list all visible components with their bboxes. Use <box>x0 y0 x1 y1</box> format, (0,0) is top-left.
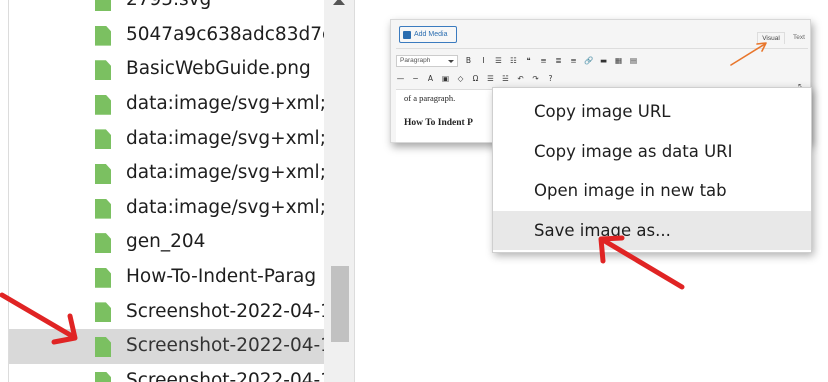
context-menu-item[interactable]: Copy image URL <box>493 92 811 131</box>
toolbar-button[interactable]: ↷ <box>531 73 540 85</box>
file-icon <box>95 0 111 11</box>
file-name: Screenshot-2022-04-1 <box>126 300 324 322</box>
toolbar-button[interactable]: Ω <box>471 73 480 85</box>
file-name: data:image/svg+xml;... <box>126 93 324 115</box>
toolbar-button[interactable]: 🔗 <box>584 55 593 67</box>
toolbar-button[interactable]: ▦ <box>614 55 623 67</box>
file-name: data:image/svg+xml;... <box>126 127 324 149</box>
toolbar-button[interactable]: ▤ <box>629 55 638 67</box>
file-list-item[interactable]: 2795.svg <box>9 0 324 18</box>
file-icon <box>95 198 111 219</box>
toolbar-button[interactable]: ≡ <box>569 55 578 67</box>
toolbar-button[interactable]: − <box>411 73 420 85</box>
file-icon <box>95 129 111 150</box>
file-icon <box>95 233 111 254</box>
toolbar-button[interactable]: ❝ <box>524 55 533 67</box>
file-icon <box>95 336 111 357</box>
file-list-item[interactable]: gen_204 <box>9 225 324 260</box>
toolbar-button[interactable]: ? <box>546 73 555 85</box>
screenshot-stage: 2795.svg 5047a9c638adc83d7c BasicWebGuide.… <box>0 0 828 382</box>
toolbar-button[interactable]: ☰ <box>486 73 495 85</box>
toolbar-button[interactable]: ≣ <box>554 55 563 67</box>
toolbar-button[interactable]: I <box>479 55 488 67</box>
paragraph-format-select[interactable]: Paragraph <box>396 55 458 67</box>
file-list-item[interactable]: Screenshot-2022-04-1 <box>9 294 324 329</box>
file-name: Screenshot-2022-04-1 <box>126 335 324 357</box>
editor-toolbar: Paragraph BI☰☷❝≡≣≡🔗▬▦▤ —−A▣◇Ω☰☱↶↷? ⤡ <box>396 48 808 92</box>
toolbar-row-2: — − A ▣ ◇ Ω ☰ ☱ ↶ ↷? <box>396 71 555 87</box>
file-list-item[interactable]: Screenshot-2022-04-1 <box>9 328 324 364</box>
file-icon <box>95 267 111 288</box>
toolbar-button[interactable]: A <box>426 73 435 85</box>
file-list-item[interactable]: data:image/svg+xml;... <box>9 87 324 122</box>
scrollbar-thumb[interactable] <box>331 266 349 342</box>
toolbar-button[interactable]: ☰ <box>494 55 503 67</box>
file-name: data:image/svg+xml;... <box>126 196 324 218</box>
file-list-item[interactable]: 5047a9c638adc83d7c <box>9 18 324 53</box>
file-list-item[interactable]: data:image/svg+xml;... <box>9 121 324 156</box>
file-icon <box>95 163 111 184</box>
toolbar-button[interactable]: ↶ <box>516 73 525 85</box>
toolbar-button[interactable]: ≡ <box>539 55 548 67</box>
file-list-item[interactable]: data:image/svg+xml;... <box>9 191 324 226</box>
content-heading: How To Indent P <box>404 118 473 128</box>
media-icon <box>403 30 411 39</box>
file-name: How-To-Indent-Parag <box>126 266 317 288</box>
vertical-scrollbar[interactable] <box>324 0 354 382</box>
file-list-item[interactable]: Screenshot-2022-04-1 <box>9 364 324 382</box>
file-name: data:image/svg+xml;... <box>126 162 324 184</box>
toolbar-button[interactable]: — <box>396 73 405 85</box>
toolbar-button[interactable]: B <box>464 55 473 67</box>
file-icon <box>95 25 111 46</box>
context-menu-item[interactable]: Copy image as data URI <box>493 132 811 171</box>
file-list-item[interactable]: BasicWebGuide.png <box>9 52 324 87</box>
add-media-label: Add Media <box>414 31 448 38</box>
file-list-item[interactable]: How-To-Indent-Parag <box>9 260 324 295</box>
toolbar-button[interactable]: ◇ <box>456 73 465 85</box>
file-list-item[interactable]: data:image/svg+xml;... <box>9 156 324 191</box>
add-media-button[interactable]: Add Media <box>399 26 457 43</box>
tab-visual[interactable]: Visual <box>757 32 785 44</box>
context-menu-item[interactable]: Open image in new tab <box>493 171 811 210</box>
file-icon <box>95 60 111 81</box>
file-icon <box>95 371 111 382</box>
toolbar-row-1: Paragraph B I ☰ ☷ ❝ ≡ ≣ ≡ 🔗 ▬ ▦ ▤ <box>396 53 638 69</box>
context-menu: Copy image URL Copy image as data URI Open… <box>492 87 812 253</box>
toolbar-button[interactable]: ☷ <box>509 55 518 67</box>
content-text: of a paragraph. <box>404 93 456 103</box>
file-icon <box>95 302 111 323</box>
file-name: 5047a9c638adc83d7c <box>126 23 324 45</box>
file-name: Screenshot-2022-04-1 <box>126 369 324 382</box>
scroll-up-arrow-icon[interactable] <box>333 0 345 5</box>
file-list-panel: 2795.svg 5047a9c638adc83d7c BasicWebGuide.… <box>8 0 355 382</box>
file-name: 2795.svg <box>126 0 211 17</box>
context-menu-item[interactable]: Save image as... <box>493 210 811 250</box>
tab-text[interactable]: Text <box>789 32 809 44</box>
file-list: 2795.svg 5047a9c638adc83d7c BasicWebGuide.… <box>9 0 324 382</box>
toolbar-button[interactable]: ▣ <box>441 73 450 85</box>
toolbar-button[interactable]: ▬ <box>599 55 608 67</box>
file-name: BasicWebGuide.png <box>126 58 311 80</box>
file-name: gen_204 <box>126 231 206 253</box>
file-icon <box>95 94 111 115</box>
toolbar-button[interactable]: ☱ <box>501 73 510 85</box>
